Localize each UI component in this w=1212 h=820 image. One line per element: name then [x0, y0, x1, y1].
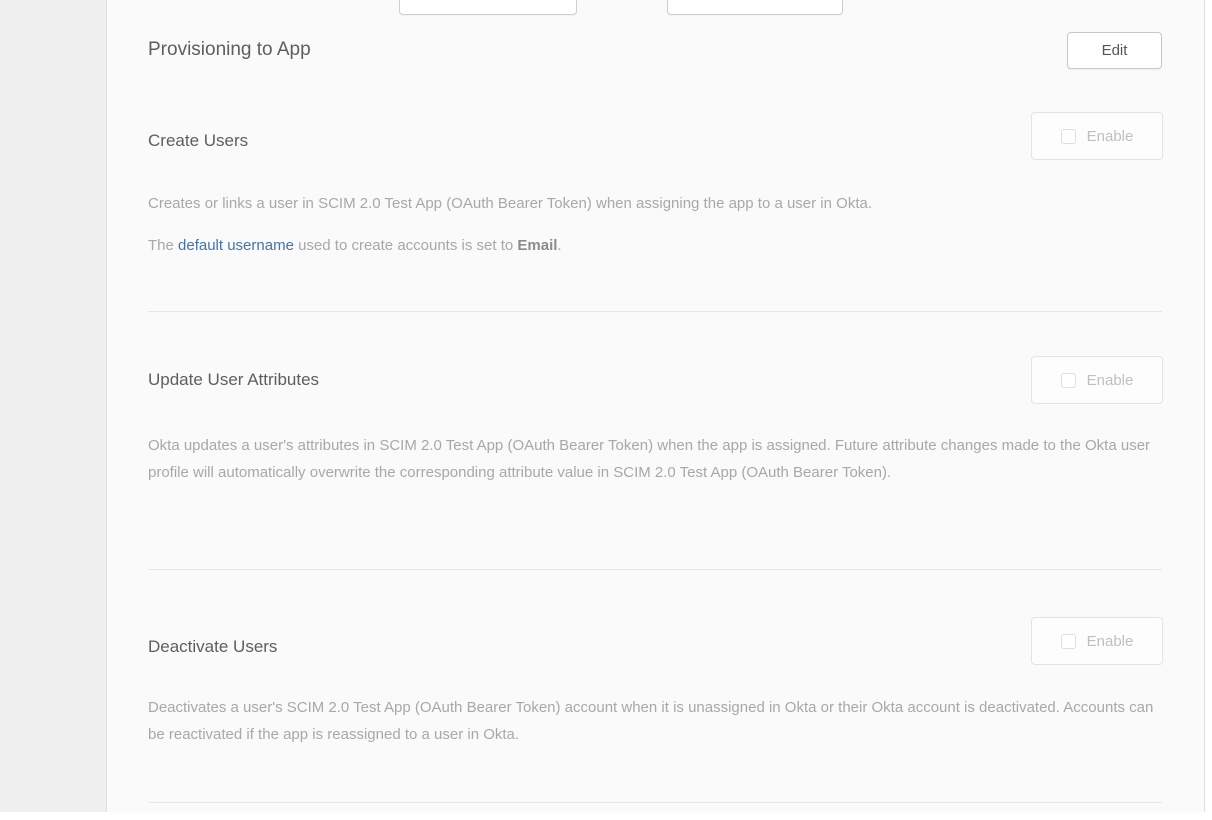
left-nav-sidebar — [0, 0, 107, 812]
username-note-suffix: . — [557, 237, 561, 254]
enable-toggle-label: Enable — [1087, 633, 1134, 650]
create-users-description: Creates or links a user in SCIM 2.0 Test… — [148, 190, 1165, 217]
section-heading-create-users: Create Users — [148, 132, 248, 150]
edit-button[interactable]: Edit — [1067, 32, 1162, 69]
section-heading-update-user-attributes: Update User Attributes — [148, 371, 319, 389]
deactivate-users-enable-checkbox[interactable] — [1061, 634, 1076, 649]
update-user-attributes-enable-toggle[interactable]: Enable — [1031, 356, 1163, 404]
username-note-prefix: The — [148, 237, 178, 254]
truncated-button-1[interactable] — [399, 0, 577, 15]
default-username-link[interactable]: default username — [178, 237, 294, 254]
update-user-attributes-enable-checkbox[interactable] — [1061, 373, 1076, 388]
create-users-username-note: The default username used to create acco… — [148, 232, 1165, 259]
username-note-value: Email — [517, 237, 557, 254]
deactivate-users-description: Deactivates a user's SCIM 2.0 Test App (… — [148, 694, 1165, 748]
create-users-enable-checkbox[interactable] — [1061, 129, 1076, 144]
section-divider — [148, 802, 1162, 803]
enable-toggle-label: Enable — [1087, 128, 1134, 145]
provisioning-settings-panel: Provisioning to App Edit Create Users En… — [108, 0, 1205, 812]
section-divider — [148, 311, 1162, 312]
section-divider — [148, 569, 1162, 570]
username-note-middle: used to create accounts is set to — [294, 237, 517, 254]
enable-toggle-label: Enable — [1087, 372, 1134, 389]
section-heading-deactivate-users: Deactivate Users — [148, 638, 277, 656]
truncated-button-2[interactable] — [667, 0, 843, 15]
create-users-enable-toggle[interactable]: Enable — [1031, 112, 1163, 160]
deactivate-users-enable-toggle[interactable]: Enable — [1031, 617, 1163, 665]
update-user-attributes-description: Okta updates a user's attributes in SCIM… — [148, 432, 1165, 486]
page-title: Provisioning to App — [148, 40, 311, 60]
